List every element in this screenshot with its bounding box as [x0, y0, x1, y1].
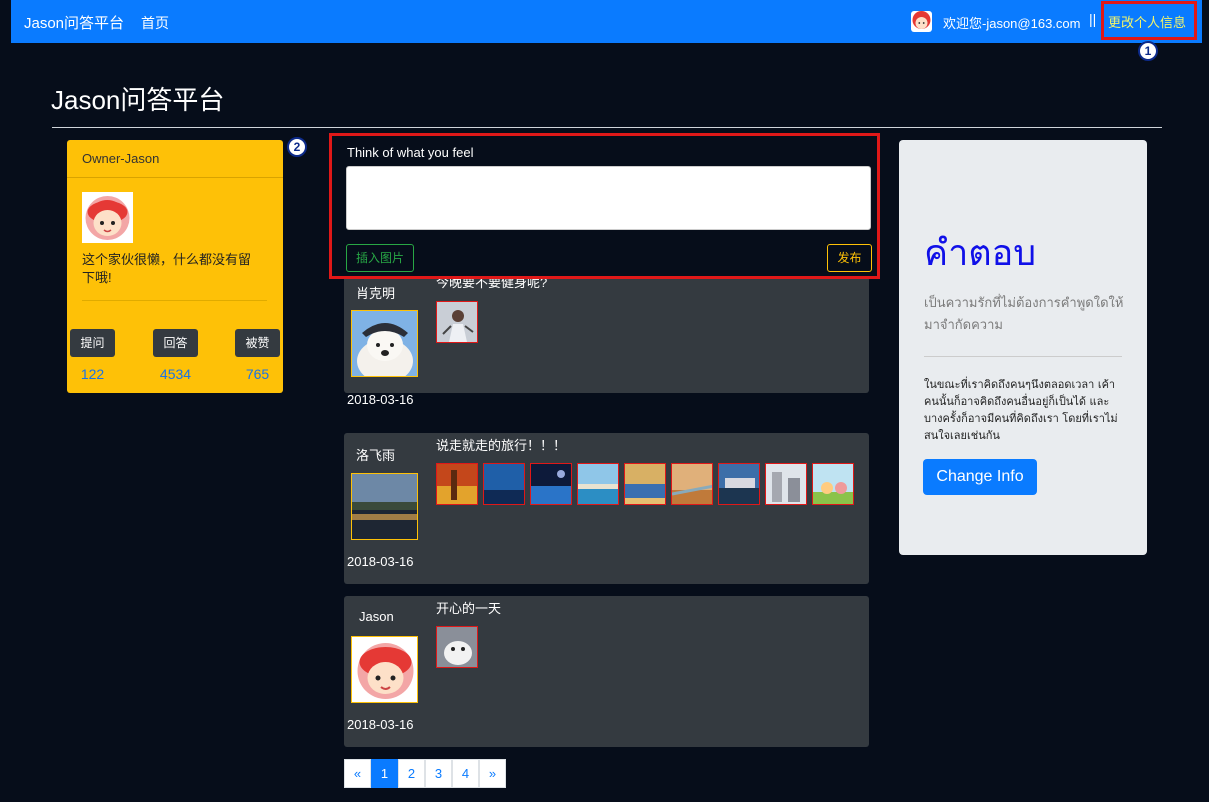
jumbotron-divider — [924, 356, 1122, 357]
annotation-marker-1: 1 — [1138, 41, 1158, 61]
post-date: 2018-03-16 — [347, 717, 414, 732]
header-divider — [52, 127, 1162, 128]
stat-answers-count: 4534 — [159, 366, 192, 382]
pagination-page-3[interactable]: 3 — [425, 759, 452, 788]
pagination-page-2[interactable]: 2 — [398, 759, 425, 788]
post-image-thumb[interactable] — [624, 463, 666, 505]
post-author[interactable]: 洛飞雨 — [356, 445, 395, 464]
post-image-thumb[interactable] — [436, 463, 478, 505]
pagination-page-1[interactable]: 1 — [371, 759, 398, 788]
stat-answers-button[interactable]: 回答 — [153, 329, 198, 357]
post-image-thumb[interactable] — [718, 463, 760, 505]
stat-questions-button[interactable]: 提问 — [70, 329, 115, 357]
owner-bio: 这个家伙很懒，什么都没有留下哦! — [82, 252, 252, 285]
brand-link[interactable]: Jason问答平台 — [24, 12, 124, 33]
post-image-thumb[interactable] — [483, 463, 525, 505]
stat-likes-button[interactable]: 被赞 — [235, 329, 280, 357]
owner-card-header: Owner-Jason — [67, 140, 283, 178]
post-date: 2018-03-16 — [347, 392, 414, 407]
welcome-text: 欢迎您-jason@163.com — [943, 16, 1081, 31]
owner-name: Owner-Jason — [82, 151, 160, 166]
post-card: Jason 2018-03-16 开心的一天 — [344, 596, 869, 747]
insert-image-button[interactable]: 插入图片 — [346, 244, 414, 272]
composer-label: Think of what you feel — [347, 145, 474, 160]
page-title: Jason问答平台 — [51, 85, 225, 115]
nav-home-link[interactable]: 首页 — [141, 13, 169, 33]
change-info-button[interactable]: Change Info — [923, 459, 1037, 495]
jumbotron-lead: เป็นความรักที่ไม่ต้องการคำพูดใดให้มาจำกั… — [924, 296, 1124, 333]
post-avatar — [351, 636, 418, 703]
pagination-next[interactable]: » — [479, 759, 506, 788]
pagination: « 1 2 3 4 » — [344, 759, 506, 788]
post-author[interactable]: 肖克明 — [356, 283, 395, 302]
question-composer: Think of what you feel 插入图片 发布 — [329, 133, 880, 279]
annotation-marker-2: 2 — [287, 137, 307, 157]
pagination-prev[interactable]: « — [344, 759, 371, 788]
post-image-thumb[interactable] — [530, 463, 572, 505]
nav-separator: || — [1089, 11, 1097, 27]
post-image-thumb[interactable] — [812, 463, 854, 505]
post-card: 洛飞雨 2018-03-16 说走就走的旅行！！！ — [344, 433, 869, 584]
post-image-thumb[interactable] — [671, 463, 713, 505]
user-avatar[interactable] — [911, 11, 932, 32]
pagination-page-4[interactable]: 4 — [452, 759, 479, 788]
stat-likes-count: 765 — [245, 366, 270, 382]
post-title[interactable]: 开心的一天 — [436, 598, 501, 617]
jumbotron-text: ในขณะที่เราคิดถึงคนๆนึงตลอดเวลา เค้าคนนั… — [924, 378, 1118, 442]
post-image-thumb[interactable] — [577, 463, 619, 505]
question-textarea[interactable] — [346, 166, 871, 230]
jumbotron-title: คำตอบ — [924, 233, 1037, 274]
post-card: 肖克明 2018-03-16 今晚要不要健身呢? — [344, 272, 869, 407]
post-image-thumb[interactable] — [436, 301, 478, 343]
post-date: 2018-03-16 — [347, 554, 414, 569]
info-jumbotron: คำตอบ เป็นความรักที่ไม่ต้องการคำพูดใดให้… — [899, 140, 1147, 555]
post-image-thumb[interactable] — [765, 463, 807, 505]
publish-button[interactable]: 发布 — [827, 244, 872, 272]
post-image-thumb[interactable] — [436, 626, 478, 668]
navbar: Jason问答平台 首页 欢迎您-jason@163.com || 更改个人信息 — [11, 0, 1202, 43]
post-title[interactable]: 说走就走的旅行！！！ — [436, 435, 566, 454]
post-avatar — [351, 473, 418, 540]
owner-card: Owner-Jason 这个家伙很懒，什么都没有留下哦! 提问 回答 被赞 12… — [67, 140, 283, 393]
highlight-box-edit-profile — [1101, 1, 1197, 40]
owner-divider — [82, 300, 267, 301]
stat-questions-count: 122 — [80, 366, 105, 382]
post-avatar — [351, 310, 418, 377]
post-author[interactable]: Jason — [359, 609, 394, 624]
owner-avatar — [82, 192, 133, 243]
